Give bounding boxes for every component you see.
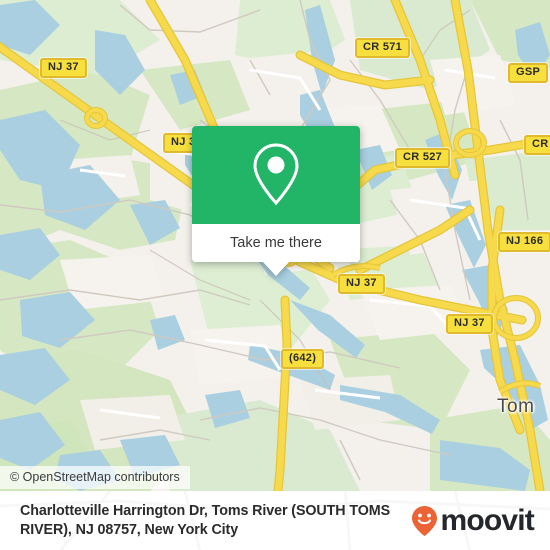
road-shield-cr5-edge[interactable]: CR 5 [524, 135, 550, 155]
take-me-there-label: Take me there [230, 235, 322, 251]
road-shield-642[interactable]: (642) [281, 349, 325, 369]
moovit-wordmark: moovit [440, 503, 534, 537]
popup-body: Take me there [192, 126, 360, 262]
road-shield-cr527[interactable]: CR 527 [395, 148, 451, 168]
road-shield-nj166[interactable]: NJ 166 [498, 232, 550, 252]
road-shield-cr571[interactable]: CR 571 [355, 38, 411, 58]
road-shield-gsp[interactable]: GSP [508, 63, 549, 83]
footer-content: Charlotteville Harrington Dr, Toms River… [0, 491, 550, 550]
road-shield-nj37-nw[interactable]: NJ 37 [40, 58, 87, 78]
location-popup[interactable]: Take me there [192, 126, 360, 276]
map-canvas[interactable]: Tom NJ 37 CR 571 GSP NJ 37 CR 527 CR 5 N… [0, 0, 550, 491]
moovit-logo[interactable]: moovit [411, 505, 538, 537]
popup-header [192, 126, 360, 224]
take-me-there-button[interactable]: Take me there [192, 224, 360, 262]
road-shield-nj37-mid[interactable]: NJ 37 [338, 274, 385, 294]
osm-attribution[interactable]: © OpenStreetMap contributors [0, 466, 190, 489]
road-shield-nj37-east[interactable]: NJ 37 [446, 314, 493, 334]
map-pin-icon [253, 143, 299, 206]
footer-bar: Charlotteville Harrington Dr, Toms River… [0, 491, 550, 550]
place-label-toms-river: Tom [497, 396, 535, 417]
popup-pointer-tail [262, 261, 290, 276]
map-screenshot: Tom NJ 37 CR 571 GSP NJ 37 CR 527 CR 5 N… [0, 0, 550, 550]
address-text: Charlotteville Harrington Dr, Toms River… [20, 502, 391, 538]
moovit-smile-pin-icon [412, 505, 438, 536]
